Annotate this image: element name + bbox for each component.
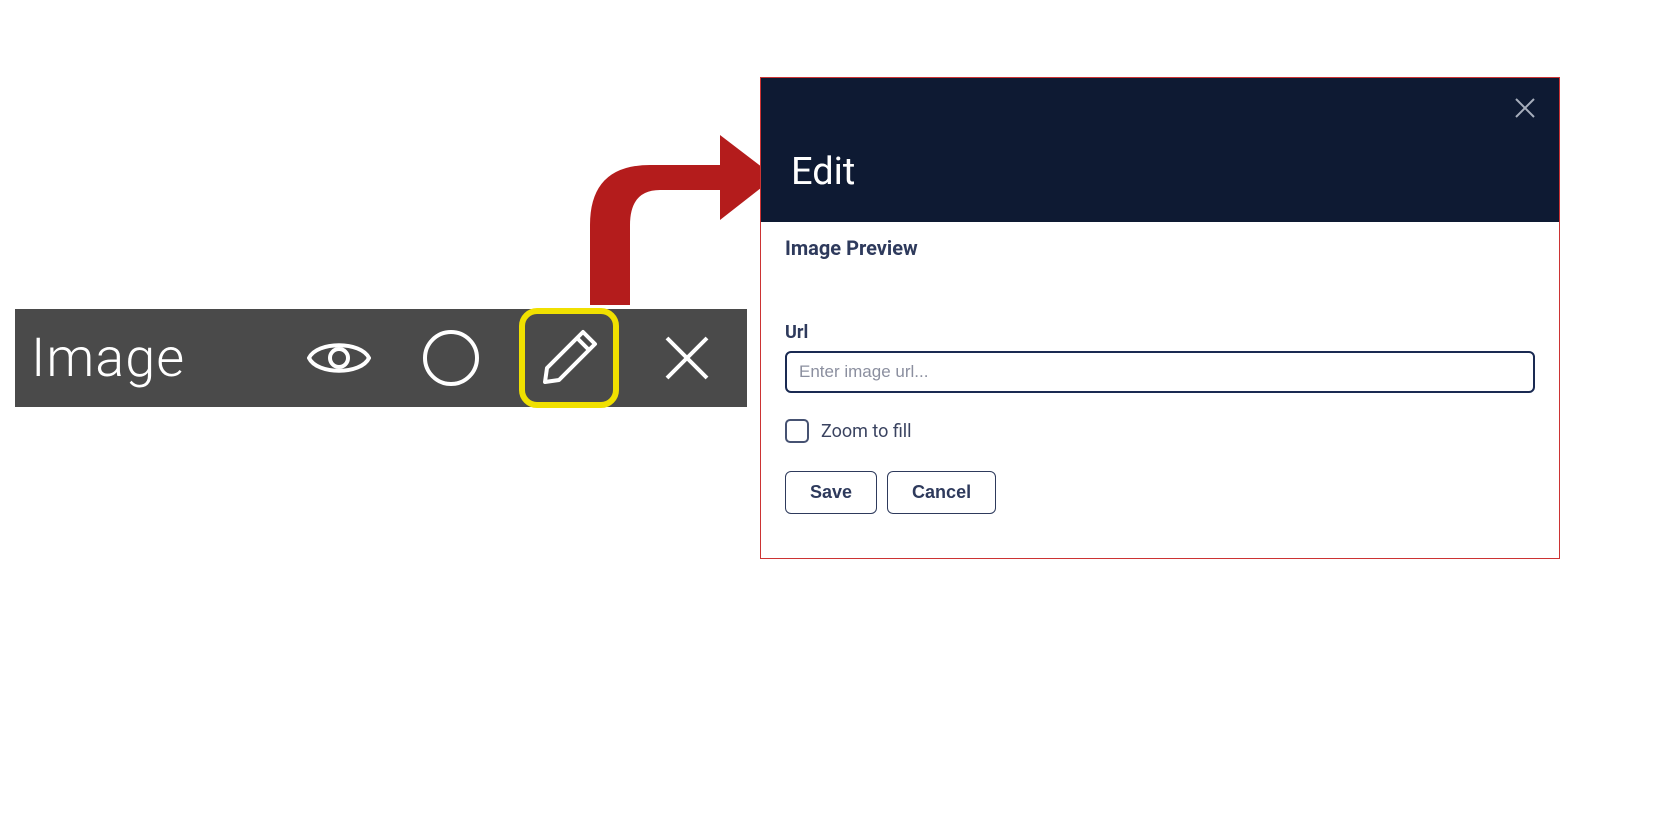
image-toolbar: Image	[15, 309, 747, 407]
circle-icon[interactable]	[407, 314, 495, 402]
url-label: Url	[785, 322, 1535, 343]
modal-title: Edit	[791, 150, 855, 194]
zoom-to-fill-checkbox[interactable]	[785, 419, 809, 443]
save-button[interactable]: Save	[785, 471, 877, 514]
pencil-icon-selected[interactable]	[519, 308, 619, 408]
edit-modal: Edit Image Preview Url Zoom to fill Save…	[760, 77, 1560, 559]
toolbar-title: Image	[31, 327, 185, 390]
zoom-to-fill-label[interactable]: Zoom to fill	[821, 421, 912, 442]
close-modal-icon[interactable]	[1509, 92, 1541, 124]
eye-icon[interactable]	[295, 314, 383, 402]
url-input[interactable]	[785, 351, 1535, 393]
arrow-icon	[560, 105, 790, 315]
image-preview-area	[785, 260, 1535, 322]
modal-header: Edit	[761, 78, 1559, 222]
cancel-button[interactable]: Cancel	[887, 471, 996, 514]
zoom-checkbox-row: Zoom to fill	[785, 419, 1535, 443]
modal-buttons: Save Cancel	[785, 471, 1535, 514]
modal-body: Image Preview Url Zoom to fill Save Canc…	[761, 222, 1559, 558]
image-preview-label: Image Preview	[785, 236, 1535, 260]
close-icon[interactable]	[643, 314, 731, 402]
